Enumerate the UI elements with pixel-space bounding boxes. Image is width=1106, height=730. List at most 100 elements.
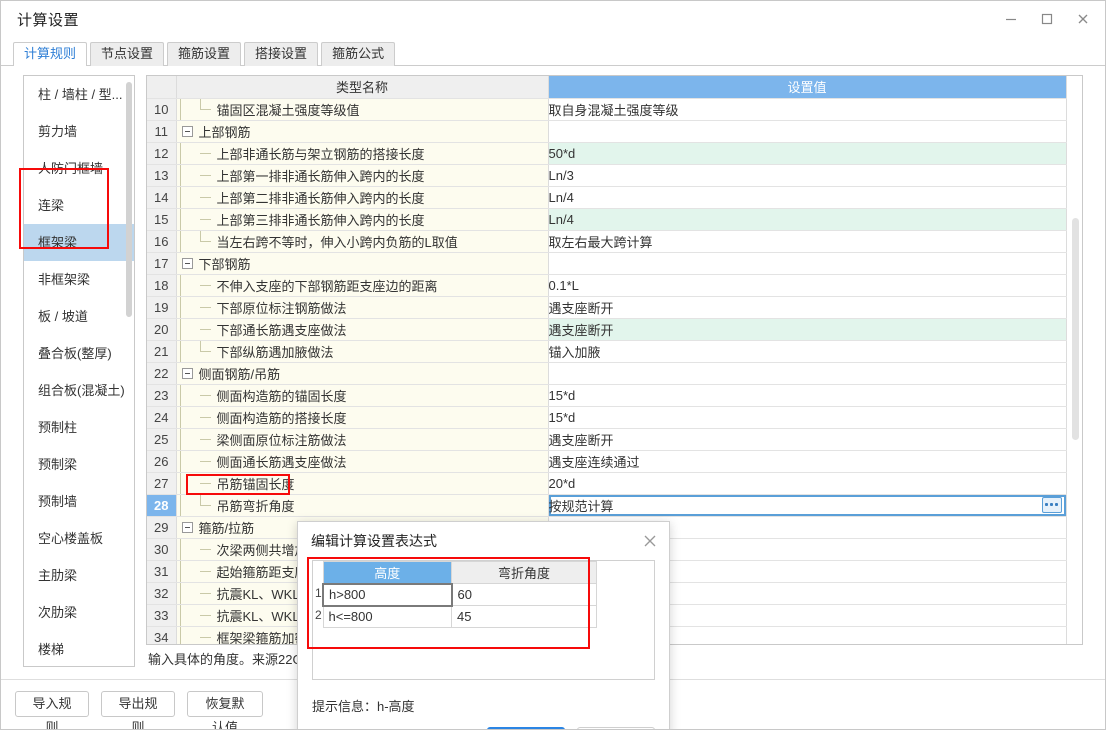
type-name-cell[interactable]: 吊筋锚固长度 [176,472,549,495]
tab-stirrup-formula[interactable]: 箍筋公式 [321,42,396,66]
setting-value-cell[interactable]: Ln/4 [548,208,1067,231]
table-row[interactable]: 11 上部钢筋 [147,120,1067,143]
row-number-cell[interactable]: 22 [147,362,177,385]
row-number-cell[interactable]: 33 [147,604,177,627]
collapse-expander-icon[interactable] [181,367,193,379]
sidebar-item-6[interactable]: 板 / 坡道 [24,298,134,335]
setting-value-cell[interactable]: 取左右最大跨计算 [548,230,1067,253]
type-name-cell[interactable]: 上部第二排非通长筋伸入跨内的长度 [176,186,549,209]
sidebar-item-0[interactable]: 柱 / 墙柱 / 型... [24,76,134,113]
sidebar-item-1[interactable]: 剪力墙 [24,113,134,150]
edit-expression-dialog[interactable]: 编辑计算设置表达式 1 2 高度 弯折角度 h>800 60 h<=800 45… [297,521,670,729]
setting-value-cell[interactable]: 15*d [548,406,1067,429]
row-number-cell[interactable]: 18 [147,274,177,297]
table-row[interactable]: 12 上部非通长筋与架立钢筋的搭接长度 50*d [147,142,1067,165]
setting-value-cell[interactable]: 20*d [548,472,1067,495]
type-name-cell[interactable]: 上部第一排非通长筋伸入跨内的长度 [176,164,549,187]
type-name-cell[interactable]: 上部钢筋 [176,120,549,143]
sidebar-item-8[interactable]: 组合板(混凝土) [24,372,134,409]
sidebar-item-14[interactable]: 次肋梁 [24,594,134,631]
table-row[interactable]: 19 下部原位标注钢筋做法 遇支座断开 [147,296,1067,319]
setting-value-cell[interactable]: 遇支座连续通过 [548,450,1067,473]
open-expression-editor-button[interactable] [1041,496,1062,513]
setting-value-cell[interactable]: 取自身混凝土强度等级 [548,98,1067,121]
sidebar-item-5[interactable]: 非框架梁 [24,261,134,298]
sidebar-item-7[interactable]: 叠合板(整厚) [24,335,134,372]
row-number-cell[interactable]: 34 [147,626,177,644]
close-icon[interactable] [1065,3,1101,35]
row-number-cell[interactable]: 28 [147,494,177,517]
row-number-cell[interactable]: 13 [147,164,177,187]
setting-value-cell[interactable]: 按规范计算 [548,494,1067,517]
collapse-expander-icon[interactable] [181,125,193,137]
expression-cell-angle-2[interactable]: 45 [451,605,597,628]
category-sidebar[interactable]: 柱 / 墙柱 / 型... 剪力墙 人防门框墙 连梁 框架梁 非框架梁板 / 坡道 叠合板(… [23,75,135,667]
row-number-cell[interactable]: 25 [147,428,177,451]
collapse-expander-icon[interactable] [181,257,193,269]
import-rules-button[interactable]: 导入规则 [15,691,89,729]
setting-value-cell[interactable] [548,362,1067,385]
sidebar-item-12[interactable]: 空心楼盖板 [24,520,134,557]
setting-value-cell[interactable] [548,252,1067,275]
sidebar-item-11[interactable]: 预制墙 [24,483,134,520]
table-row[interactable]: 15 上部第三排非通长筋伸入跨内的长度 Ln/4 [147,208,1067,231]
sidebar-scrollbar-thumb[interactable] [126,82,132,317]
row-number-cell[interactable]: 11 [147,120,177,143]
row-number-cell[interactable]: 21 [147,340,177,363]
expression-row[interactable]: h<=800 45 [322,605,597,628]
type-name-cell[interactable]: 侧面构造筋的锚固长度 [176,384,549,407]
expression-cell-height-1[interactable]: h>800 [322,582,453,607]
type-name-cell[interactable]: 下部通长筋遇支座做法 [176,318,549,341]
row-number-cell[interactable]: 26 [147,450,177,473]
table-row[interactable]: 28 吊筋弯折角度 按规范计算 [147,494,1067,517]
row-number-cell[interactable]: 15 [147,208,177,231]
row-number-cell[interactable]: 31 [147,560,177,583]
tab-lap-settings[interactable]: 搭接设置 [244,42,319,66]
setting-value-cell[interactable]: 50*d [548,142,1067,165]
setting-value-cell[interactable]: Ln/4 [548,186,1067,209]
sidebar-item-3[interactable]: 连梁 [24,187,134,224]
setting-value-cell[interactable]: 遇支座断开 [548,428,1067,451]
sidebar-item-9[interactable]: 预制柱 [24,409,134,446]
row-number-cell[interactable]: 32 [147,582,177,605]
row-number-cell[interactable]: 24 [147,406,177,429]
row-number-cell[interactable]: 30 [147,538,177,561]
row-number-cell[interactable]: 14 [147,186,177,209]
row-number-cell[interactable]: 10 [147,98,177,121]
grid-scrollbar-thumb[interactable] [1072,218,1079,440]
tab-node-settings[interactable]: 节点设置 [90,42,165,66]
type-name-cell[interactable]: 当左右跨不等时，伸入小跨内负筋的L取值 [176,230,549,253]
row-number-cell[interactable]: 17 [147,252,177,275]
type-name-cell[interactable]: 上部非通长筋与架立钢筋的搭接长度 [176,142,549,165]
setting-value-cell[interactable]: 15*d [548,384,1067,407]
tab-calculation-rules[interactable]: 计算规则 [13,42,88,66]
type-name-cell[interactable]: 侧面钢筋/吊筋 [176,362,549,385]
row-number-cell[interactable]: 29 [147,516,177,539]
table-row[interactable]: 10 锚固区混凝土强度等级值 取自身混凝土强度等级 [147,98,1067,121]
setting-value-header[interactable]: 设置值 [548,76,1067,99]
sidebar-item-10[interactable]: 预制梁 [24,446,134,483]
setting-value-cell[interactable]: 0.1*L [548,274,1067,297]
setting-value-cell[interactable] [548,120,1067,143]
type-name-cell[interactable]: 侧面构造筋的搭接长度 [176,406,549,429]
type-name-cell[interactable]: 吊筋弯折角度 [176,494,549,517]
expression-row[interactable]: h>800 60 [322,582,597,607]
table-row[interactable]: 13 上部第一排非通长筋伸入跨内的长度 Ln/3 [147,164,1067,187]
table-row[interactable]: 25 梁侧面原位标注筋做法 遇支座断开 [147,428,1067,451]
row-number-cell[interactable]: 20 [147,318,177,341]
tab-stirrup-settings[interactable]: 箍筋设置 [167,42,242,66]
expression-cell-height-2[interactable]: h<=800 [322,605,452,628]
table-row[interactable]: 26 侧面通长筋遇支座做法 遇支座连续通过 [147,450,1067,473]
restore-defaults-button[interactable]: 恢复默认值 [187,691,263,729]
dialog-close-icon[interactable] [641,532,659,550]
setting-value-cell[interactable]: Ln/3 [548,164,1067,187]
expression-panel[interactable]: 1 2 高度 弯折角度 h>800 60 h<=800 45 [312,560,655,680]
row-number-cell[interactable]: 19 [147,296,177,319]
table-row[interactable]: 14 上部第二排非通长筋伸入跨内的长度 Ln/4 [147,186,1067,209]
type-name-cell[interactable]: 梁侧面原位标注筋做法 [176,428,549,451]
table-row[interactable]: 20 下部通长筋遇支座做法 遇支座断开 [147,318,1067,341]
row-number-cell[interactable]: 12 [147,142,177,165]
sidebar-item-13[interactable]: 主肋梁 [24,557,134,594]
export-rules-button[interactable]: 导出规则 [101,691,175,729]
expression-header-angle[interactable]: 弯折角度 [451,561,597,584]
